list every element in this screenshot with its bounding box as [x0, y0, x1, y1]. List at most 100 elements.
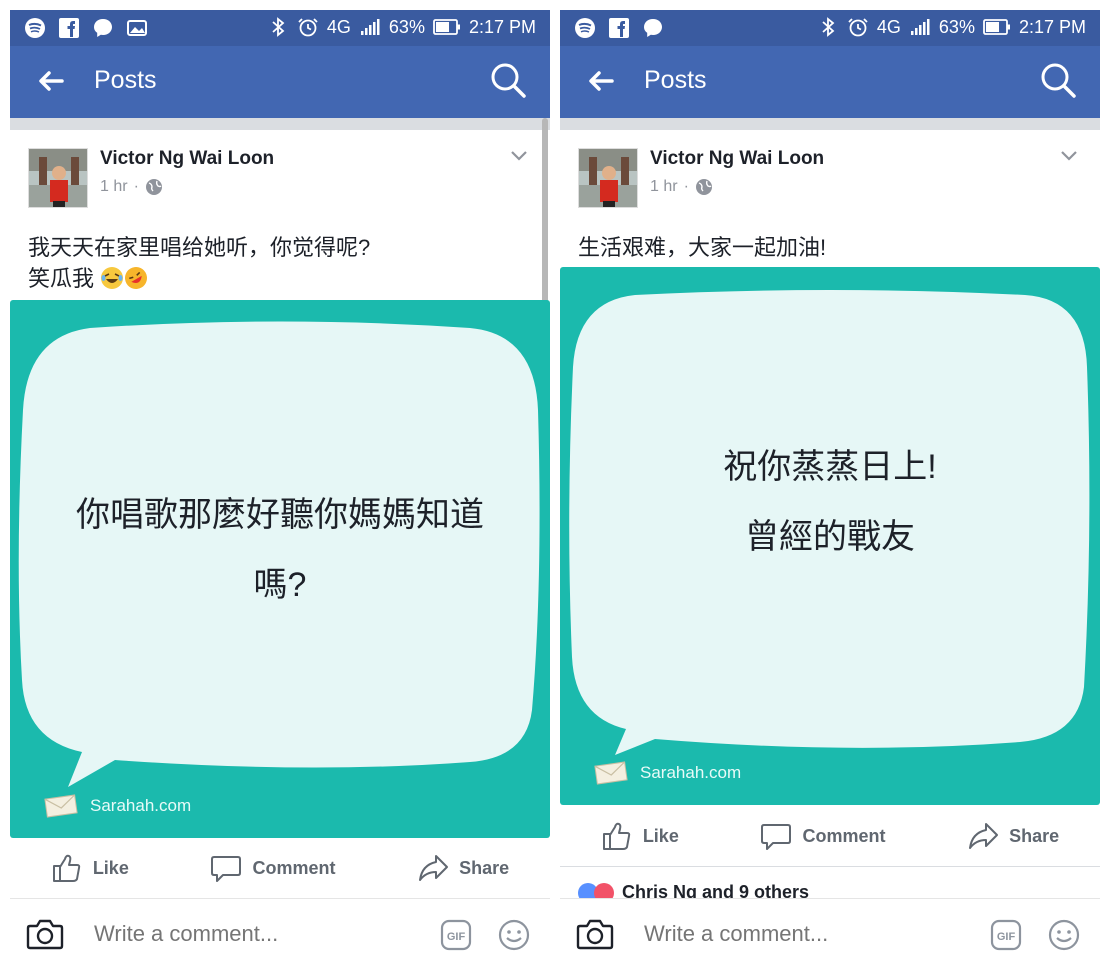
card-message-line: 祝你蒸蒸日上! — [723, 448, 937, 486]
back-arrow-icon[interactable] — [36, 66, 66, 96]
envelope-icon — [594, 761, 628, 785]
post-time[interactable]: 1 hr — [100, 178, 128, 196]
post-meta: 1 hr · — [100, 178, 163, 196]
thumbs-up-icon — [602, 822, 631, 850]
spotify-icon — [25, 18, 45, 38]
phone-screen-left: 4G 63% 2:17 PM Posts Victor Ng Wai Loon … — [10, 10, 550, 970]
card-message-line: 曾經的戰友 — [745, 518, 915, 556]
spotify-icon — [575, 18, 595, 38]
post-actions: Like Comment Share — [10, 840, 550, 896]
bluetooth-icon — [822, 17, 835, 37]
network-type: 4G — [326, 16, 351, 37]
comment-button[interactable]: Comment — [210, 852, 336, 884]
facebook-icon — [609, 18, 629, 38]
emoji-icon[interactable] — [498, 919, 530, 951]
card-message-line: 嗎? — [253, 566, 307, 604]
post-author[interactable]: Victor Ng Wai Loon — [100, 148, 274, 170]
battery-percent: 63% — [938, 16, 975, 37]
post-actions: Like Comment Share — [560, 808, 1100, 864]
avatar[interactable] — [578, 148, 638, 208]
like-label: Like — [92, 857, 129, 878]
status-bar: 4G 63% 2:17 PM — [560, 10, 1100, 46]
emoji-icon[interactable] — [1048, 919, 1080, 951]
post-text-line: 我天天在家里唱给她听，你觉得呢? — [28, 235, 371, 260]
gallery-icon — [127, 20, 147, 36]
nav-bar: Posts — [560, 46, 1100, 118]
comment-bar: GIF — [560, 898, 1100, 970]
envelope-icon — [44, 794, 78, 818]
alarm-icon — [848, 18, 868, 37]
avatar[interactable] — [28, 148, 88, 208]
bluetooth-icon — [272, 17, 285, 37]
card-footer: Sarahah.com — [44, 794, 191, 818]
card-message: 你唱歌那麼好聽你媽媽知道 嗎? — [50, 480, 510, 620]
comment-button[interactable]: Comment — [760, 820, 886, 852]
camera-icon[interactable] — [576, 917, 614, 951]
thumbs-up-icon — [52, 854, 81, 882]
signal-icon — [360, 19, 380, 35]
clock: 2:17 PM — [468, 16, 536, 37]
gif-icon[interactable]: GIF — [990, 919, 1022, 951]
network-type: 4G — [876, 16, 901, 37]
post-meta: 1 hr · — [650, 178, 713, 196]
post-author[interactable]: Victor Ng Wai Loon — [650, 148, 824, 170]
sarahah-card[interactable]: 你唱歌那麼好聽你媽媽知道 嗎? Sarahah.com — [10, 300, 550, 838]
battery-percent: 63% — [388, 16, 425, 37]
share-label: Share — [1009, 825, 1060, 846]
comment-bar: GIF — [10, 898, 550, 970]
feed-divider — [10, 118, 550, 130]
reactions-divider — [560, 866, 1100, 867]
post-text-line: 笑瓜我 — [28, 266, 95, 291]
status-bar: 4G 63% 2:17 PM — [10, 10, 550, 46]
search-icon[interactable] — [1038, 60, 1078, 100]
comment-input[interactable] — [94, 921, 382, 947]
search-icon[interactable] — [488, 60, 528, 100]
laughing-emoji-icon — [101, 267, 124, 289]
like-label: Like — [642, 825, 679, 846]
like-button[interactable]: Like — [601, 820, 679, 852]
phone-screen-right: 4G 63% 2:17 PM Posts Victor Ng Wai Loon … — [560, 10, 1100, 970]
post-text-line: 生活艰难，大家一起加油! — [578, 235, 827, 260]
camera-icon[interactable] — [26, 917, 64, 951]
share-icon — [419, 855, 449, 881]
page-title: Posts — [94, 66, 157, 94]
globe-icon — [145, 179, 162, 195]
card-message: 祝你蒸蒸日上! 曾經的戰友 — [600, 432, 1060, 572]
rofl-emoji-icon — [125, 267, 148, 289]
messenger-icon — [644, 19, 662, 37]
comment-label: Comment — [252, 857, 336, 878]
alarm-icon — [298, 18, 318, 37]
like-button[interactable]: Like — [51, 852, 129, 884]
post-time[interactable]: 1 hr — [650, 178, 678, 196]
share-button[interactable]: Share — [417, 852, 509, 884]
clock: 2:17 PM — [1018, 16, 1086, 37]
card-message-line: 你唱歌那麼好聽你媽媽知道 — [76, 496, 484, 534]
share-icon — [969, 823, 999, 849]
messenger-icon — [94, 19, 112, 37]
share-label: Share — [459, 857, 510, 878]
battery-icon — [983, 19, 1010, 35]
post-text: 我天天在家里唱给她听，你觉得呢? 笑瓜我 — [28, 232, 370, 294]
card-site-label: Sarahah.com — [90, 796, 192, 815]
card-footer: Sarahah.com — [594, 761, 741, 785]
chevron-down-icon[interactable] — [508, 144, 530, 166]
feed-divider — [560, 118, 1100, 130]
sarahah-card[interactable]: 祝你蒸蒸日上! 曾經的戰友 Sarahah.com — [560, 267, 1100, 805]
nav-bar: Posts — [10, 46, 550, 118]
comment-input[interactable] — [644, 921, 932, 947]
comment-icon — [761, 824, 792, 850]
page-title: Posts — [644, 66, 707, 94]
svg-text:GIF: GIF — [997, 931, 1016, 943]
share-button[interactable]: Share — [967, 820, 1059, 852]
battery-icon — [433, 19, 460, 35]
gif-icon[interactable]: GIF — [440, 919, 472, 951]
globe-icon — [695, 179, 712, 195]
back-arrow-icon[interactable] — [586, 66, 616, 96]
comment-label: Comment — [802, 825, 886, 846]
signal-icon — [910, 19, 930, 35]
post-text: 生活艰难，大家一起加油! — [578, 232, 826, 263]
comment-icon — [211, 856, 242, 882]
svg-text:GIF: GIF — [447, 931, 466, 943]
chevron-down-icon[interactable] — [1058, 144, 1080, 166]
card-site-label: Sarahah.com — [640, 763, 742, 782]
